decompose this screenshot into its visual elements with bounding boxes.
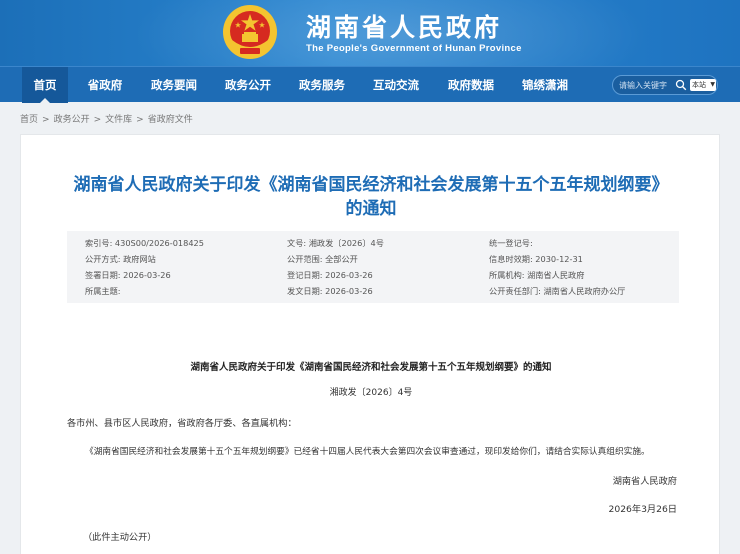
meta-publish-mode: 公开方式: 政府网站 [85, 254, 156, 264]
search-scope-select[interactable]: 本站 ▼ [690, 79, 716, 91]
nav-item-government-affairs-disclosure[interactable]: 政务公开 [217, 67, 279, 103]
breadcrumb-government-affairs[interactable]: 政务公开 [54, 112, 90, 125]
document-note: （此件主动公开） [83, 532, 157, 543]
site-header: 湖南省人民政府 The People's Government of Hunan… [0, 0, 740, 66]
site-title: 湖南省人民政府 [306, 13, 503, 42]
meta-responsible-dept: 公开责任部门: 湖南省人民政府办公厅 [489, 286, 626, 296]
document-paragraph: 《湖南省国民经济和社会发展第十五个五年规划纲要》已经省十四届人民代表大会第四次会… [85, 447, 650, 457]
nav-item-interaction[interactable]: 互动交流 [365, 67, 427, 103]
national-emblem-icon[interactable] [222, 4, 278, 60]
breadcrumb: 首页 > 政务公开 > 文件库 > 省政府文件 [20, 112, 193, 125]
site-subtitle: The People's Government of Hunan Provinc… [306, 43, 522, 54]
breadcrumb-separator: > [93, 115, 102, 125]
nav-item-government-services[interactable]: 政务服务 [291, 67, 353, 103]
search-icon[interactable] [675, 79, 687, 91]
document-salutation: 各市州、县市区人民政府，省政府各厅委、各直属机构： [67, 418, 297, 429]
search-input[interactable] [619, 76, 675, 94]
breadcrumb-home[interactable]: 首页 [20, 112, 38, 125]
main-nav: 首页 省政府 政务要闻 政务公开 政务服务 互动交流 政府数据 锦绣潇湘 本站 … [0, 66, 740, 103]
search-scope-value: 本站 [692, 81, 706, 89]
document-title-line-1: 湖南省人民政府关于印发《湖南省国民经济和社会发展第十五个五年规划纲要》 [73, 175, 669, 195]
document-body-heading: 湖南省人民政府关于印发《湖南省国民经济和社会发展第十五个五年规划纲要》的通知 [190, 362, 552, 373]
search-box: 本站 ▼ [612, 75, 718, 95]
meta-unified-reg-no: 统一登记号: [489, 238, 533, 248]
meta-release-date: 发文日期: 2026-03-26 [287, 286, 373, 296]
meta-agency: 所属机构: 湖南省人民政府 [489, 270, 585, 280]
document-number: 湘政发〔2026〕4号 [329, 388, 413, 398]
meta-index-no: 索引号: 430S00/2026-018425 [85, 238, 204, 248]
meta-register-date: 登记日期: 2026-03-26 [287, 270, 373, 280]
breadcrumb-provincial-documents[interactable]: 省政府文件 [148, 112, 193, 125]
breadcrumb-separator: > [136, 115, 144, 125]
document-signatory: 湖南省人民政府 [612, 476, 677, 487]
breadcrumb-document-library[interactable]: 文件库 [105, 112, 132, 125]
meta-sign-date: 签署日期: 2026-03-26 [85, 270, 171, 280]
meta-subject: 所属主题: [85, 286, 121, 296]
meta-valid-until: 信息时效期: 2030-12-31 [489, 254, 583, 264]
chevron-down-icon: ▼ [710, 81, 715, 88]
nav-item-provincial-government[interactable]: 省政府 [80, 67, 130, 103]
nav-item-government-news[interactable]: 政务要闻 [143, 67, 205, 103]
nav-item-government-data[interactable]: 政府数据 [440, 67, 502, 103]
document-date: 2026年3月26日 [608, 504, 677, 515]
document-title-line-2: 的通知 [345, 199, 397, 219]
document-panel: 湖南省人民政府关于印发《湖南省国民经济和社会发展第十五个五年规划纲要》 的通知 … [20, 134, 720, 554]
document-title: 湖南省人民政府关于印发《湖南省国民经济和社会发展第十五个五年规划纲要》 的通知 [21, 173, 721, 221]
meta-doc-no: 文号: 湘政发〔2026〕4号 [287, 238, 384, 248]
document-meta-table: 索引号: 430S00/2026-018425 文号: 湘政发〔2026〕4号 … [67, 231, 679, 303]
breadcrumb-separator: > [42, 115, 50, 125]
nav-item-home[interactable]: 首页 [22, 67, 68, 103]
meta-publish-scope: 公开范围: 全部公开 [287, 254, 358, 264]
nav-item-jinxiu-xiaoxiang[interactable]: 锦绣潇湘 [514, 67, 576, 103]
